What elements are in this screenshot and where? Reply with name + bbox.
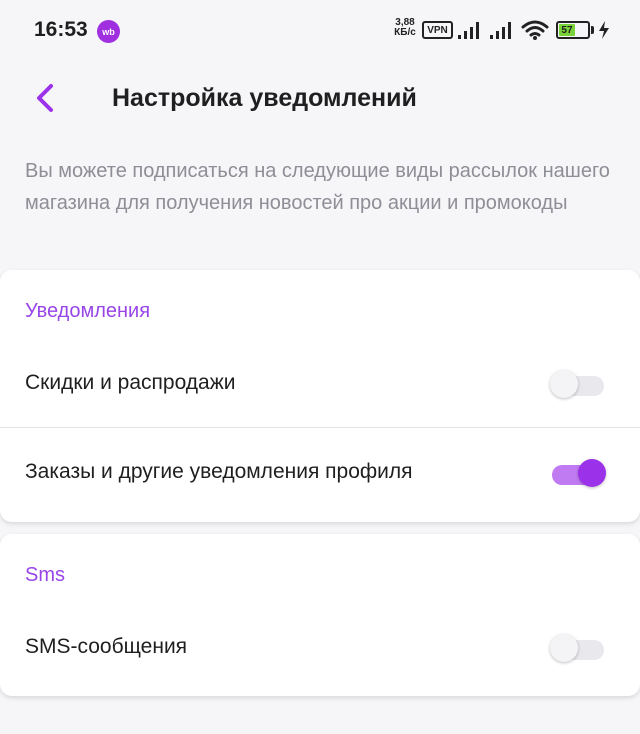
setting-label: Заказы и другие уведомления профиля xyxy=(25,460,413,483)
sms-toggle[interactable] xyxy=(550,634,604,662)
setting-row-orders[interactable]: Заказы и другие уведомления профиля xyxy=(0,432,640,512)
wifi-icon xyxy=(521,20,549,40)
signal-icon xyxy=(458,22,479,39)
header: Настройка уведомлений xyxy=(0,62,640,134)
page-title: Настройка уведомлений xyxy=(112,84,417,112)
charging-icon xyxy=(599,21,609,39)
section-title: Уведомления xyxy=(25,300,151,322)
toggle-knob xyxy=(550,370,578,398)
status-bar: 16:53 wb 3,88 КБ/с VPN 57 xyxy=(0,0,640,62)
network-speed-unit: КБ/с xyxy=(394,27,416,38)
back-button[interactable] xyxy=(28,80,62,116)
toggle-knob xyxy=(578,459,606,487)
signal-icon xyxy=(490,22,511,39)
wb-app-icon: wb xyxy=(97,20,120,43)
battery-cap xyxy=(591,26,594,34)
divider xyxy=(0,427,640,428)
orders-toggle[interactable] xyxy=(552,459,606,487)
toggle-knob xyxy=(550,634,578,662)
setting-row-sms[interactable]: SMS-сообщения xyxy=(0,607,640,687)
notifications-section: Уведомления Скидки и распродажи Заказы и… xyxy=(0,270,640,522)
sms-section: Sms SMS-сообщения xyxy=(0,534,640,696)
setting-label: SMS-сообщения xyxy=(25,635,188,658)
setting-row-discounts[interactable]: Скидки и распродажи xyxy=(0,343,640,423)
battery-level: 57 xyxy=(559,24,575,36)
network-speed: 3,88 КБ/с xyxy=(390,18,420,38)
chevron-left-icon xyxy=(37,84,53,112)
status-time: 16:53 xyxy=(34,18,88,41)
description-text: Вы можете подписаться на следующие виды … xyxy=(25,160,610,214)
section-title: Sms xyxy=(25,564,65,586)
discounts-toggle[interactable] xyxy=(550,370,604,398)
setting-label: Скидки и распродажи xyxy=(25,371,236,394)
vpn-icon: VPN xyxy=(422,21,453,39)
battery-icon: 57 xyxy=(556,21,590,39)
